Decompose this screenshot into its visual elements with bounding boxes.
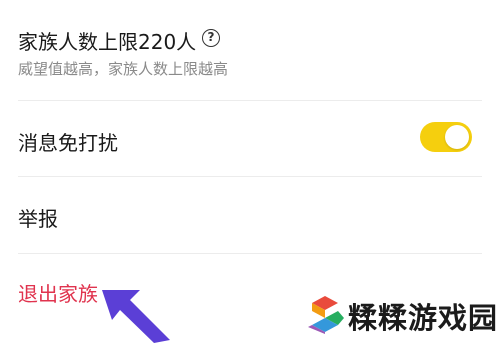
- family-limit-title: 家族人数上限220人: [18, 30, 197, 54]
- toggle-knob: [445, 125, 469, 149]
- family-limit-subtitle: 威望值越高，家族人数上限越高: [18, 60, 229, 78]
- question-circle-icon[interactable]: ?: [202, 29, 220, 47]
- exit-family-button[interactable]: 退出家族: [18, 278, 98, 307]
- do-not-disturb-label: 消息免打扰: [18, 131, 118, 155]
- family-limit-row: 家族人数上限220人 ? 威望值越高，家族人数上限越高: [0, 0, 500, 100]
- do-not-disturb-toggle[interactable]: [420, 122, 472, 152]
- arrow-up-left-icon: [102, 290, 170, 343]
- report-label: 举报: [18, 207, 58, 231]
- report-row[interactable]: 举报: [0, 177, 500, 253]
- watermark-text: 糅糅游戏园: [348, 301, 499, 335]
- watermark: 糅糅游戏园: [300, 288, 500, 343]
- colorful-s-logo-icon: [308, 296, 344, 334]
